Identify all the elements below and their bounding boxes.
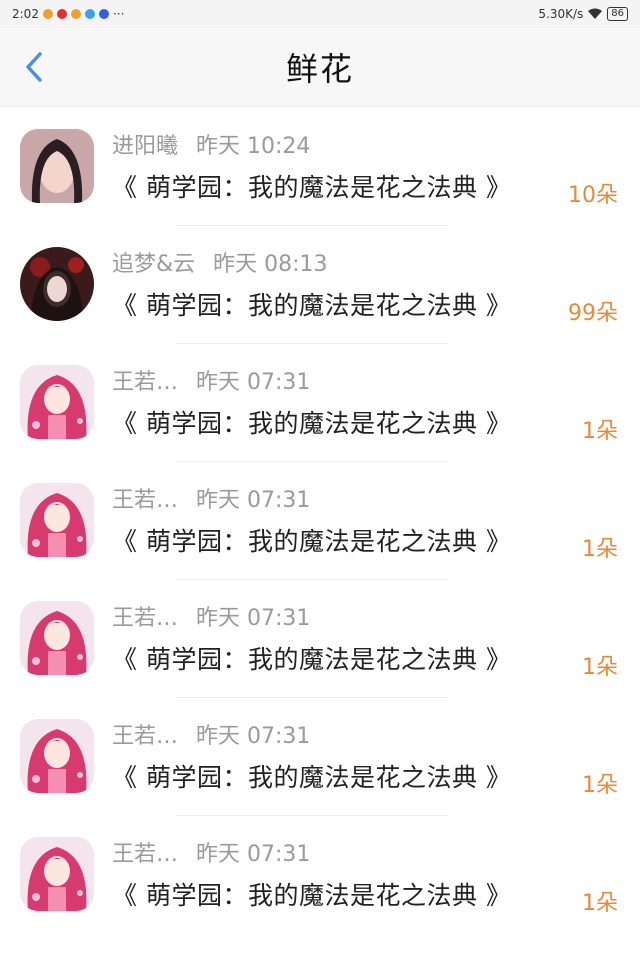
timestamp: 昨天 07:31	[196, 842, 311, 867]
flower-count: 1朵	[582, 537, 618, 562]
list-item-content: 进阳曦 昨天 10:24 《 萌学园：我的魔法是花之法典 》	[112, 128, 620, 204]
list-item-content: 王若… 昨天 07:31 《 萌学园：我的魔法是花之法典 》	[112, 482, 620, 558]
page-title: 鲜花	[285, 50, 354, 88]
book-title[interactable]: 《 萌学园：我的魔法是花之法典 》	[112, 404, 620, 440]
list-item[interactable]: 进阳曦 昨天 10:24 《 萌学园：我的魔法是花之法典 》 10朵	[0, 107, 640, 225]
notification-icon	[56, 9, 67, 19]
notification-icon	[70, 9, 81, 19]
list-item-meta: 王若… 昨天 07:31	[112, 600, 620, 632]
list-item-content: 王若… 昨天 07:31 《 萌学园：我的魔法是花之法典 》	[112, 836, 620, 912]
status-bar: 2:02 ··· 5.30K/s 86	[0, 0, 640, 28]
timestamp: 昨天 07:31	[196, 488, 311, 513]
list-item-content: 王若… 昨天 07:31 《 萌学园：我的魔法是花之法典 》	[112, 718, 620, 794]
sender-name[interactable]: 王若…	[112, 364, 178, 396]
sender-name[interactable]: 进阳曦	[112, 128, 178, 160]
avatar[interactable]	[20, 129, 94, 203]
back-arrow-icon[interactable]	[20, 50, 50, 84]
list-item-content: 王若… 昨天 07:31 《 萌学园：我的魔法是花之法典 》	[112, 600, 620, 676]
avatar[interactable]	[20, 483, 94, 557]
flower-count: 1朵	[582, 419, 618, 444]
flower-record-list: 进阳曦 昨天 10:24 《 萌学园：我的魔法是花之法典 》 10朵 追梦&云 昨天 08…	[0, 107, 640, 933]
list-item-meta: 王若… 昨天 07:31	[112, 836, 620, 868]
book-title[interactable]: 《 萌学园：我的魔法是花之法典 》	[112, 522, 620, 558]
list-item[interactable]: 追梦&云 昨天 08:13 《 萌学园：我的魔法是花之法典 》 99朵	[0, 225, 640, 343]
flower-count: 10朵	[568, 183, 618, 208]
book-title[interactable]: 《 萌学园：我的魔法是花之法典 》	[112, 640, 620, 676]
timestamp: 昨天 08:13	[213, 252, 328, 277]
sender-name[interactable]: 王若…	[112, 482, 178, 514]
status-right: 5.30K/s 86	[538, 7, 628, 21]
avatar[interactable]	[20, 601, 94, 675]
list-item-content: 王若… 昨天 07:31 《 萌学园：我的魔法是花之法典 》	[112, 364, 620, 440]
avatar[interactable]	[20, 247, 94, 321]
battery-indicator: 86	[607, 7, 628, 21]
list-item-meta: 进阳曦 昨天 10:24	[112, 128, 620, 160]
flower-count: 1朵	[582, 773, 618, 798]
timestamp: 昨天 10:24	[196, 134, 311, 159]
list-item[interactable]: 王若… 昨天 07:31 《 萌学园：我的魔法是花之法典 》 1朵	[0, 579, 640, 697]
list-item[interactable]: 王若… 昨天 07:31 《 萌学园：我的魔法是花之法典 》 1朵	[0, 815, 640, 933]
notification-icon	[42, 9, 53, 19]
sender-name[interactable]: 王若…	[112, 600, 178, 632]
avatar[interactable]	[20, 365, 94, 439]
list-item-meta: 王若… 昨天 07:31	[112, 718, 620, 750]
flower-count: 1朵	[582, 655, 618, 680]
book-title[interactable]: 《 萌学园：我的魔法是花之法典 》	[112, 286, 620, 322]
list-item[interactable]: 王若… 昨天 07:31 《 萌学园：我的魔法是花之法典 》 1朵	[0, 343, 640, 461]
sender-name[interactable]: 追梦&云	[112, 246, 195, 278]
list-item-meta: 追梦&云 昨天 08:13	[112, 246, 620, 278]
list-item-meta: 王若… 昨天 07:31	[112, 482, 620, 514]
list-item[interactable]: 王若… 昨天 07:31 《 萌学园：我的魔法是花之法典 》 1朵	[0, 697, 640, 815]
page-header: 鲜花	[0, 28, 640, 107]
notification-icon	[84, 9, 95, 19]
status-left: 2:02 ···	[12, 7, 124, 21]
notification-icon	[98, 9, 109, 19]
flower-count: 1朵	[582, 891, 618, 916]
network-speed: 5.30K/s	[538, 7, 584, 21]
timestamp: 昨天 07:31	[196, 724, 311, 749]
more-notifications-icon: ···	[112, 7, 125, 21]
list-item[interactable]: 王若… 昨天 07:31 《 萌学园：我的魔法是花之法典 》 1朵	[0, 461, 640, 579]
avatar[interactable]	[20, 837, 94, 911]
book-title[interactable]: 《 萌学园：我的魔法是花之法典 》	[112, 876, 620, 912]
avatar[interactable]	[20, 719, 94, 793]
sender-name[interactable]: 王若…	[112, 836, 178, 868]
wifi-icon	[588, 8, 603, 19]
timestamp: 昨天 07:31	[196, 606, 311, 631]
list-item-content: 追梦&云 昨天 08:13 《 萌学园：我的魔法是花之法典 》	[112, 246, 620, 322]
book-title[interactable]: 《 萌学园：我的魔法是花之法典 》	[112, 758, 620, 794]
flower-count: 99朵	[568, 301, 618, 326]
sender-name[interactable]: 王若…	[112, 718, 178, 750]
status-time: 2:02	[12, 7, 39, 21]
book-title[interactable]: 《 萌学园：我的魔法是花之法典 》	[112, 168, 620, 204]
timestamp: 昨天 07:31	[196, 370, 311, 395]
list-item-meta: 王若… 昨天 07:31	[112, 364, 620, 396]
